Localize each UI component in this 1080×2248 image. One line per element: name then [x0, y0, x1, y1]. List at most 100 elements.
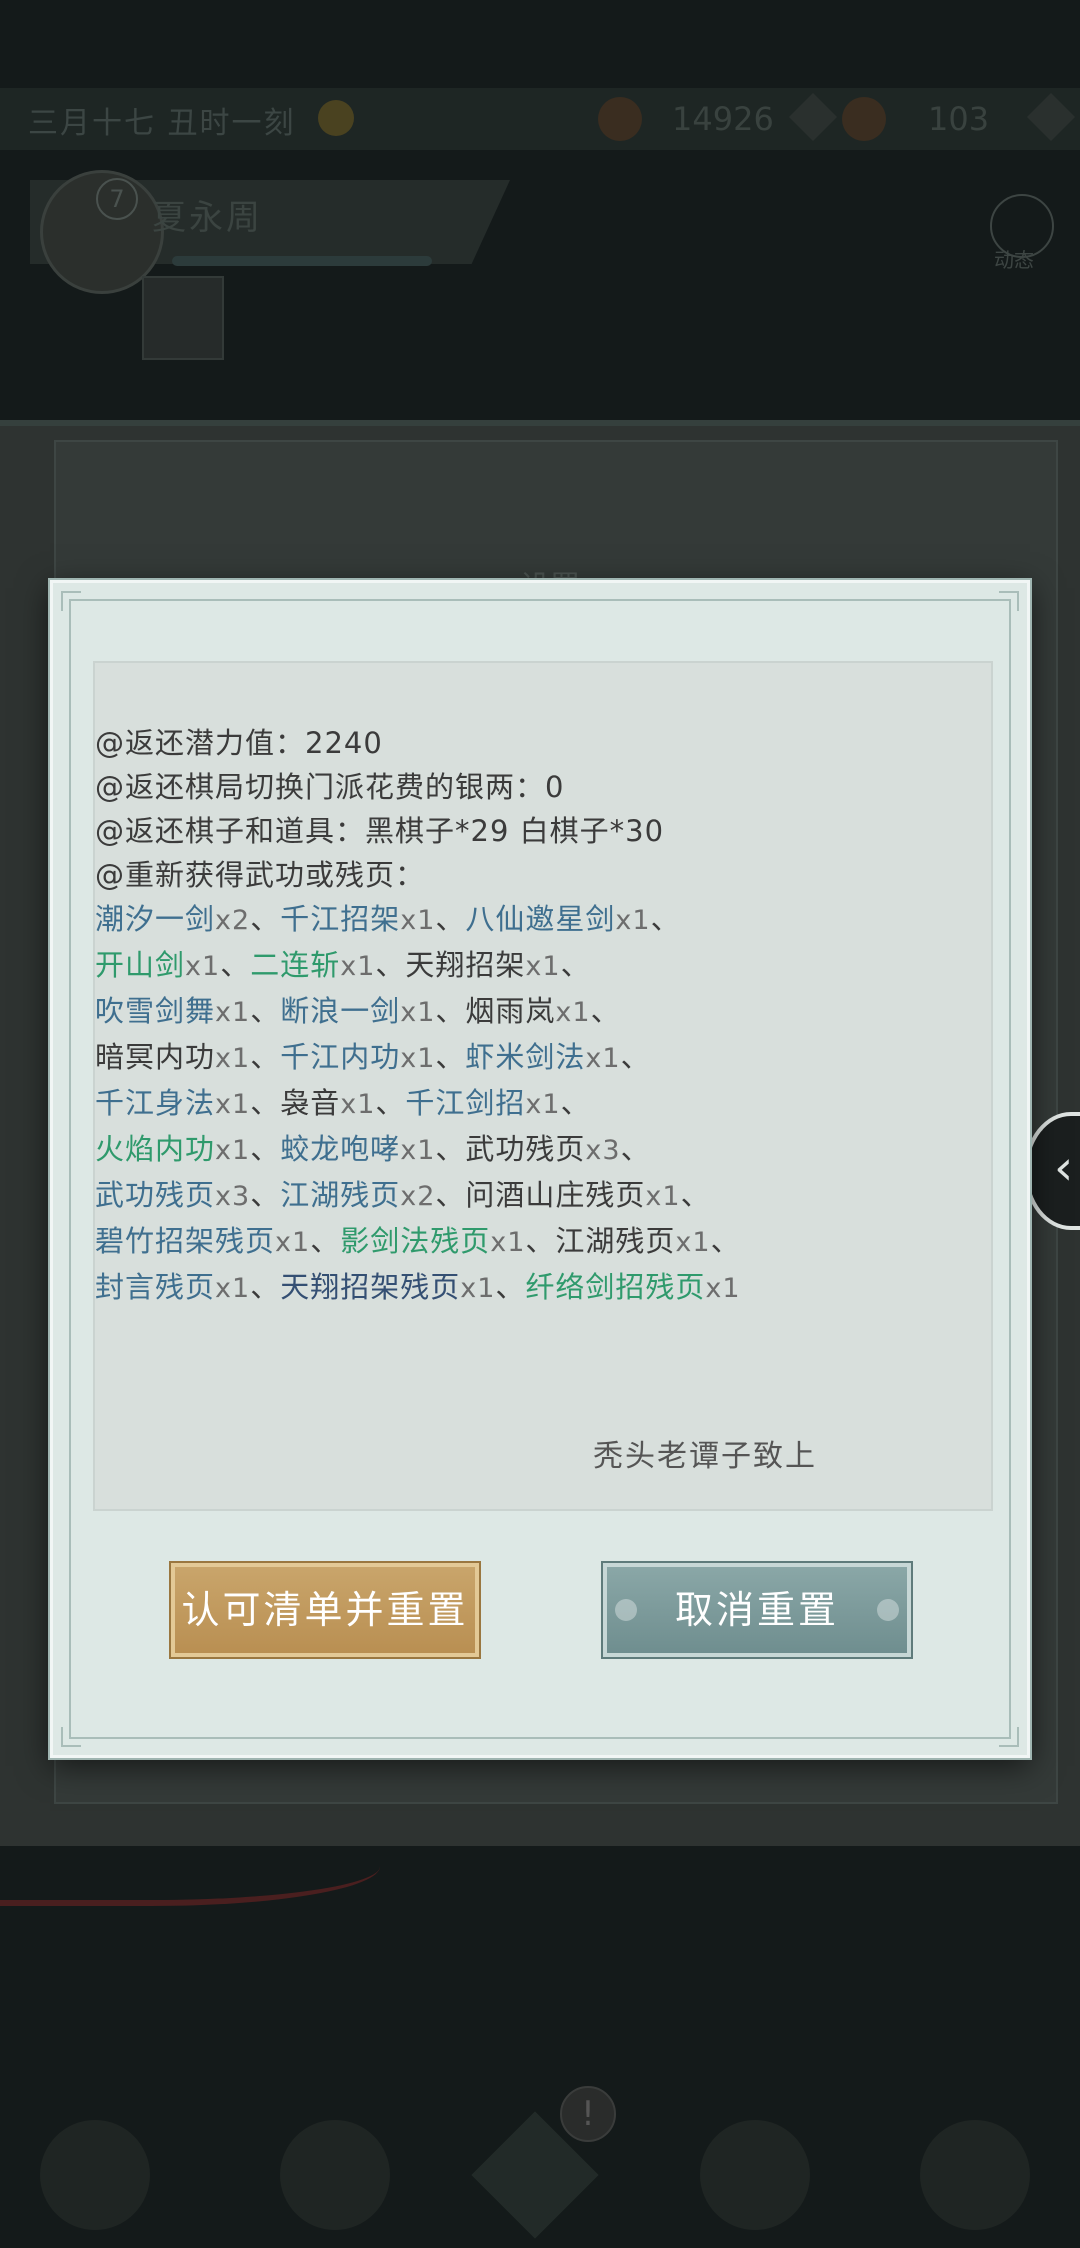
skill-row: 火焰内功x1、蛟龙咆哮x1、武功残页x3、	[95, 1127, 995, 1173]
skill-item-name: 天翔招架	[405, 948, 526, 982]
refund-value: 0	[545, 770, 565, 804]
skill-item-qty: x1	[215, 1135, 251, 1166]
add-currency2-icon	[1026, 92, 1076, 142]
currency2-value: 103	[928, 100, 990, 138]
refund-label: @重新获得武功或残页：	[95, 858, 426, 892]
coin-icon	[598, 97, 642, 141]
item-separator: 、	[435, 1040, 466, 1074]
ribbon-decoration	[0, 1840, 380, 1906]
item-separator: 、	[310, 1224, 341, 1258]
refund-line-pieces: @返还棋子和道具：黑棋子*29 白棋子*30	[95, 809, 995, 853]
skill-item-name: 天翔招架残页	[280, 1270, 461, 1304]
refund-list-box: @返还潜力值：2240 @返还棋局切换门派花费的银两：0 @返还棋子和道具：黑棋…	[93, 661, 993, 1511]
refund-label: @返还潜力值：	[95, 726, 306, 760]
item-separator: 、	[375, 1086, 406, 1120]
cancel-reset-label: 取消重置	[674, 1588, 839, 1632]
skill-item-name: 八仙邀星剑	[465, 902, 616, 936]
confirm-reset-button[interactable]: 认可清单并重置	[171, 1563, 479, 1657]
refund-list: @返还潜力值：2240 @返还棋局切换门派花费的银两：0 @返还棋子和道具：黑棋…	[95, 721, 995, 1311]
skill-item-qty: x2	[215, 905, 251, 936]
confirm-reset-label: 认可清单并重置	[181, 1588, 469, 1632]
skill-item-qty: x1	[490, 1227, 526, 1258]
skill-item-qty: x1	[400, 1043, 436, 1074]
item-separator: 、	[620, 1040, 651, 1074]
skill-item-qty: x1	[675, 1227, 711, 1258]
skill-item-name: 影剑法残页	[340, 1224, 491, 1258]
character-name: 夏永周	[152, 198, 263, 238]
skill-item-rows: 潮汐一剑x2、千江招架x1、八仙邀星剑x1、 开山剑x1、二连斩x1、天翔招架x1…	[95, 897, 995, 1311]
skill-item-qty: x1	[340, 951, 376, 982]
skill-item-name: 武功残页	[465, 1132, 586, 1166]
refund-line-potential: @返还潜力值：2240	[95, 721, 995, 765]
item-separator: 、	[220, 948, 251, 982]
dynamics-label: 动态	[994, 248, 1034, 272]
skill-item-name: 千江招架	[280, 902, 401, 936]
skill-item-name: 江湖残页	[280, 1178, 401, 1212]
skill-item-qty: x1	[215, 1089, 251, 1120]
reset-confirm-dialog: @返还潜力值：2240 @返还棋局切换门派花费的银两：0 @返还棋子和道具：黑棋…	[50, 580, 1030, 1758]
item-separator: 、	[250, 1040, 281, 1074]
item-separator: 、	[250, 1178, 281, 1212]
currency1-value: 14926	[672, 100, 774, 138]
item-separator: 、	[525, 1224, 556, 1258]
refund-value: 黑棋子*29 白棋子*30	[365, 814, 665, 848]
skill-item-name: 蛟龙咆哮	[280, 1132, 401, 1166]
skill-row: 碧竹招架残页x1、影剑法残页x1、江湖残页x1、	[95, 1219, 995, 1265]
item-separator: 、	[495, 1270, 526, 1304]
item-separator: 、	[435, 1132, 466, 1166]
item-separator: 、	[560, 1086, 591, 1120]
skill-item-qty: x1	[185, 951, 221, 982]
item-separator: 、	[375, 948, 406, 982]
companion-portrait	[142, 276, 224, 360]
skill-item-name: 封言残页	[95, 1270, 216, 1304]
item-separator: 、	[650, 902, 681, 936]
alert-badge-icon: !	[560, 2086, 616, 2142]
skill-item-name: 千江内功	[280, 1040, 401, 1074]
skill-item-qty: x3	[215, 1181, 251, 1212]
item-separator: 、	[620, 1132, 651, 1166]
item-separator: 、	[250, 1086, 281, 1120]
frame-corner	[999, 591, 1019, 611]
cancel-reset-button[interactable]: 取消重置	[603, 1563, 911, 1657]
character-exp-bar	[172, 256, 432, 266]
skill-item-name: 碧竹招架残页	[95, 1224, 276, 1258]
item-separator: 、	[680, 1178, 711, 1212]
skill-row: 开山剑x1、二连斩x1、天翔招架x1、	[95, 943, 995, 989]
skill-item-qty: x1	[400, 1135, 436, 1166]
skill-item-qty: x1	[215, 997, 251, 1028]
item-separator: 、	[435, 1178, 466, 1212]
nav-item-social	[700, 2120, 810, 2230]
flower-ornament-icon	[615, 1599, 637, 1621]
item-separator: 、	[250, 1132, 281, 1166]
skill-row: 潮汐一剑x2、千江招架x1、八仙邀星剑x1、	[95, 897, 995, 943]
skill-item-qty: x1	[555, 997, 591, 1028]
skill-item-name: 断浪一剑	[280, 994, 401, 1028]
skill-item-name: 暗冥内功	[95, 1040, 216, 1074]
refund-label: @返还棋局切换门派花费的银两：	[95, 770, 546, 804]
skill-item-qty: x1	[400, 905, 436, 936]
nav-item-sect	[280, 2120, 390, 2230]
skill-item-qty: x1	[340, 1089, 376, 1120]
top-status-bar: 三月十七 丑时一刻 14926 103	[0, 88, 1080, 150]
skill-item-name: 袅音	[280, 1086, 341, 1120]
skill-item-name: 烟雨岚	[465, 994, 556, 1028]
skill-item-name: 千江身法	[95, 1086, 216, 1120]
item-separator: 、	[250, 1270, 281, 1304]
refund-line-silver: @返还棋局切换门派花费的银两：0	[95, 765, 995, 809]
refund-line-skills-heading: @重新获得武功或残页：	[95, 853, 995, 897]
item-separator: 、	[250, 994, 281, 1028]
refund-label: @返还棋子和道具：	[95, 814, 366, 848]
skill-row: 封言残页x1、天翔招架残页x1、纤络剑招残页x1	[95, 1265, 995, 1311]
skill-item-name: 开山剑	[95, 948, 186, 982]
skill-item-qty: x1	[525, 951, 561, 982]
skill-item-qty: x1	[215, 1043, 251, 1074]
skill-row: 武功残页x3、江湖残页x2、问酒山庄残页x1、	[95, 1173, 995, 1219]
frame-corner	[999, 1727, 1019, 1747]
sun-icon	[318, 100, 354, 136]
skill-item-name: 火焰内功	[95, 1132, 216, 1166]
skill-item-qty: x1	[705, 1273, 741, 1304]
item-separator: 、	[435, 994, 466, 1028]
skill-item-name: 吹雪剑舞	[95, 994, 216, 1028]
skill-item-name: 武功残页	[95, 1178, 216, 1212]
skill-item-qty: x1	[275, 1227, 311, 1258]
